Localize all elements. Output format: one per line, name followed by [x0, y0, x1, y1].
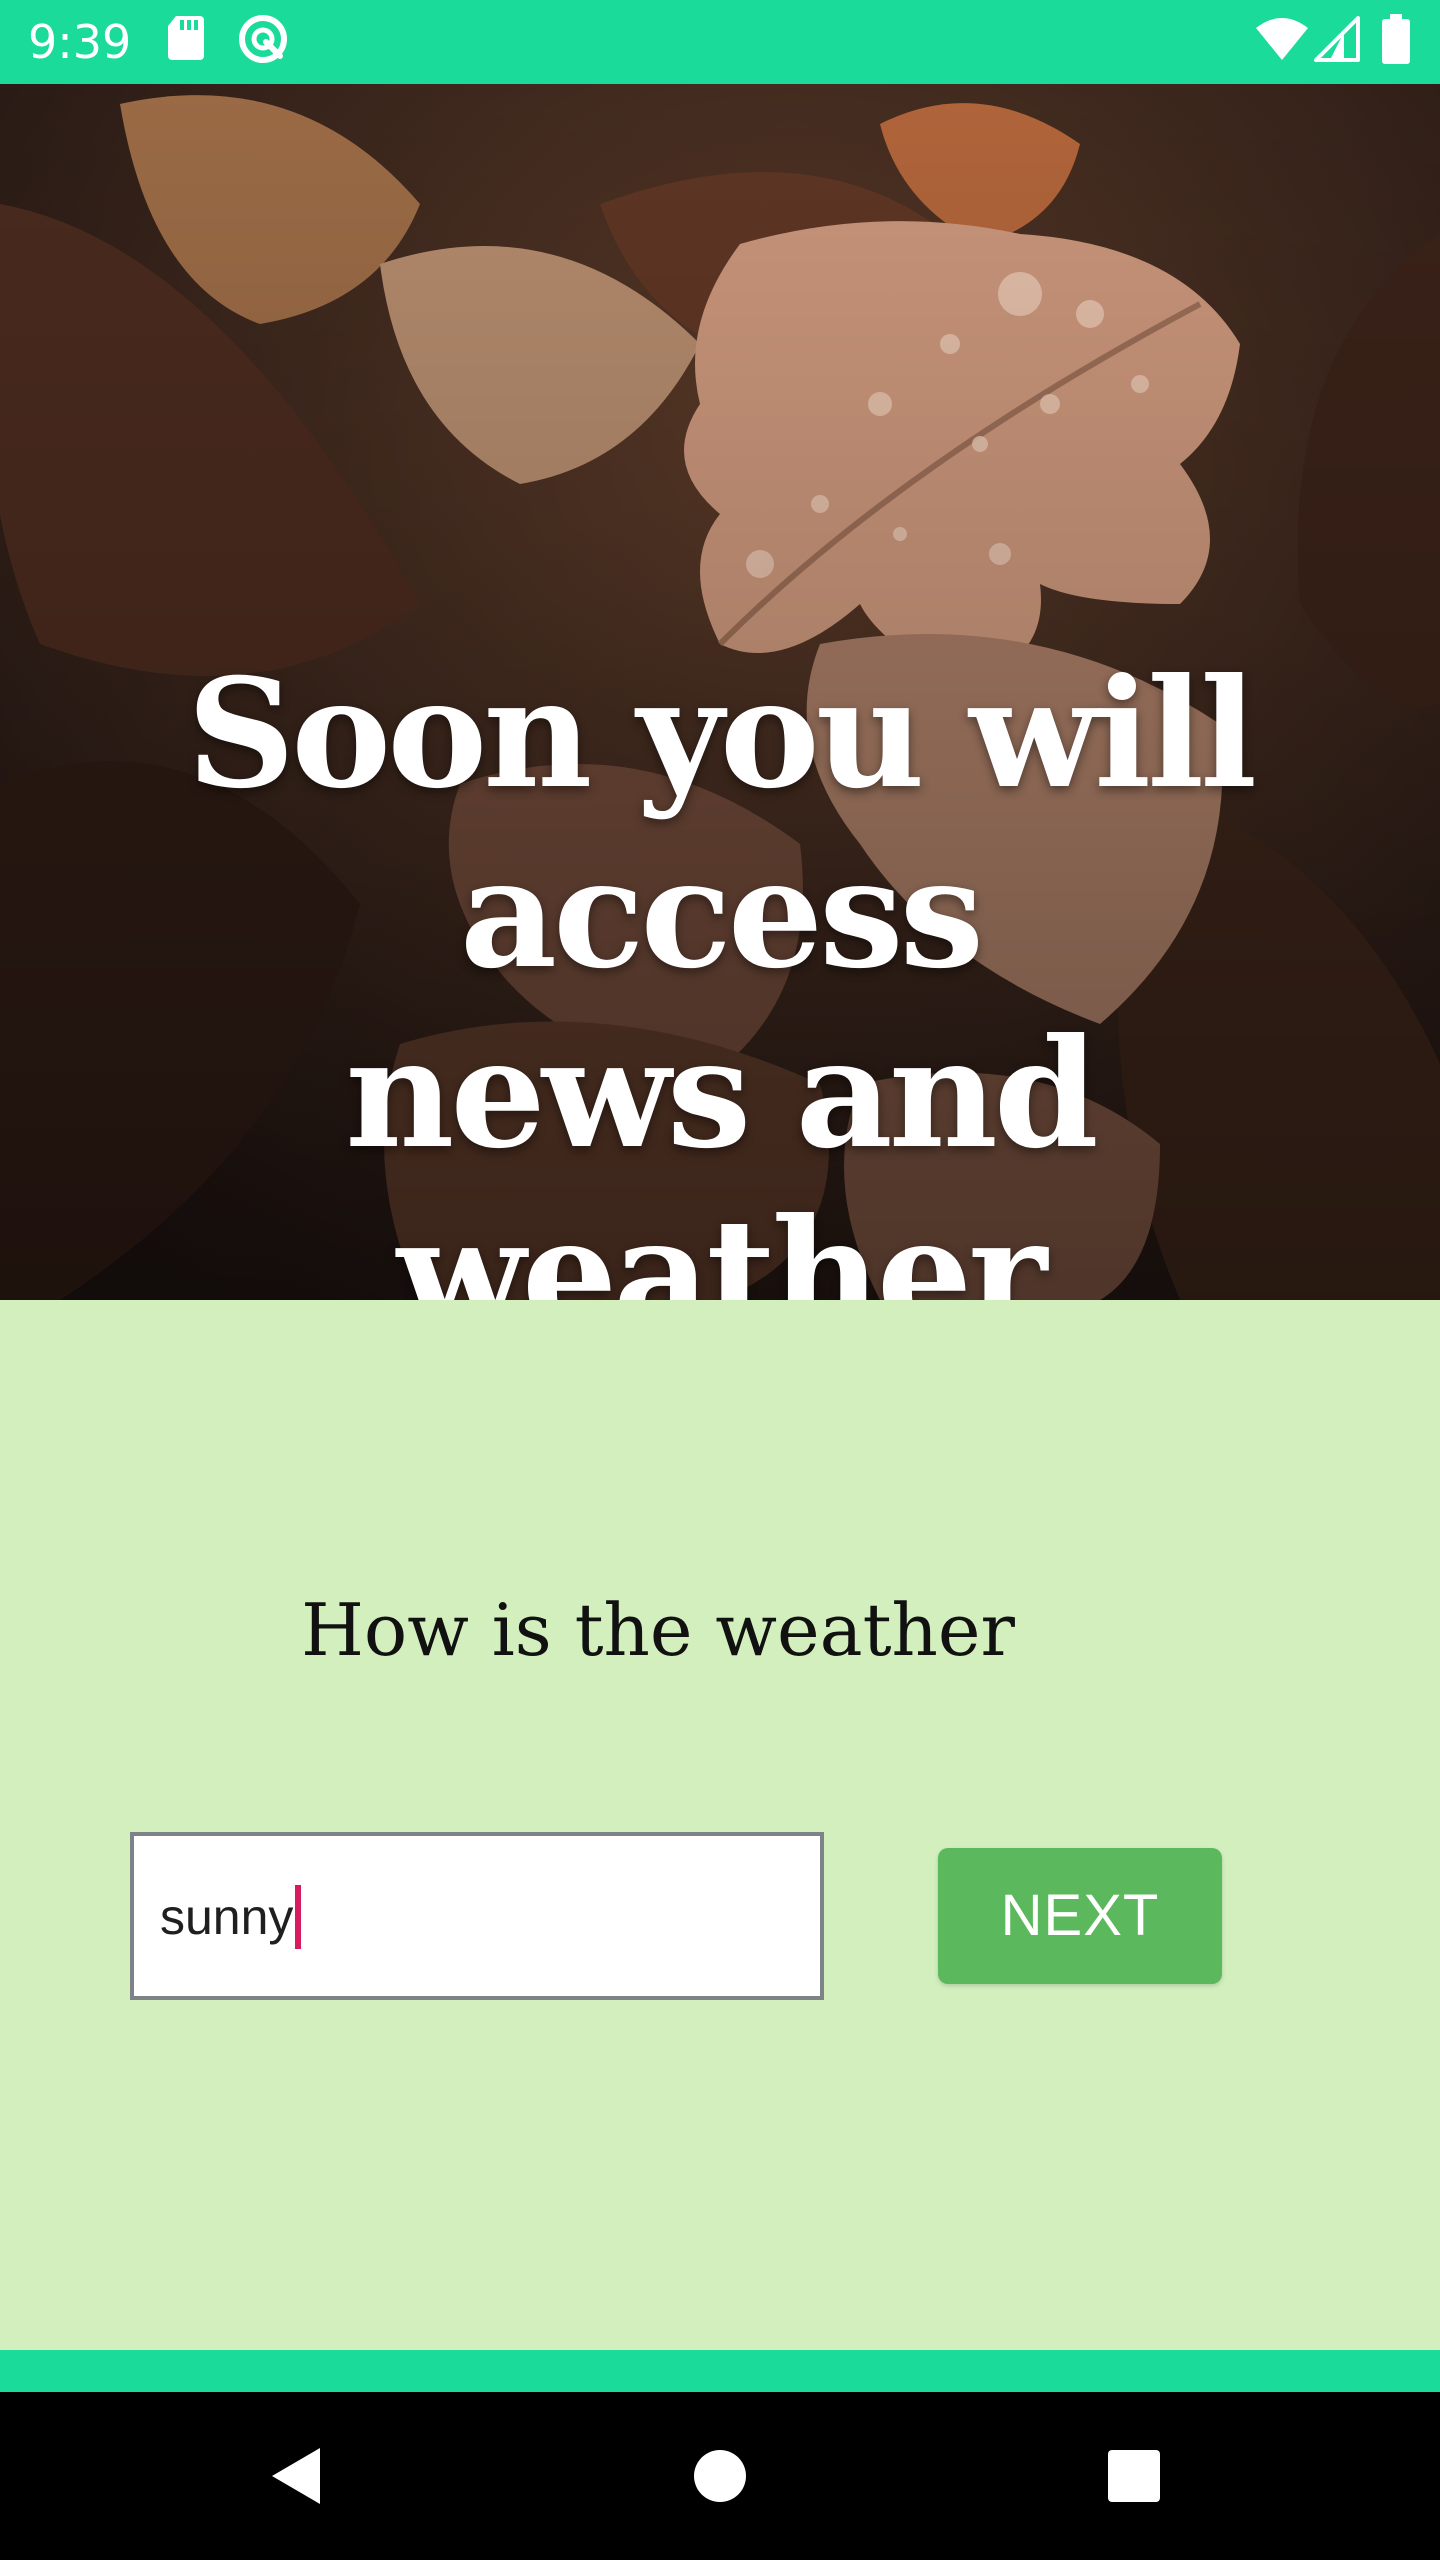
hero-banner: Soon you will access news and weather in…	[0, 84, 1440, 1300]
hero-headline-line: Soon you will access	[186, 646, 1257, 1002]
next-button[interactable]: NEXT	[938, 1848, 1222, 1984]
answer-input-value: sunny	[160, 1889, 294, 1945]
status-time: 9:39	[28, 15, 132, 69]
hero-headline: Soon you will access news and weather in…	[60, 644, 1380, 1300]
question-label: How is the weather	[301, 1588, 1015, 1672]
navigation-bar	[0, 2392, 1440, 2560]
sd-card-icon	[166, 14, 206, 66]
weather-answer-input[interactable]: sunny	[130, 1832, 824, 2000]
recents-icon[interactable]	[1094, 2436, 1174, 2516]
cellular-signal-icon	[1314, 16, 1360, 66]
hero-headline-line: news and weather	[345, 1006, 1098, 1300]
wifi-icon	[1254, 16, 1310, 66]
bottom-accent-strip	[0, 2350, 1440, 2392]
status-bar: 9:39	[0, 0, 1440, 84]
battery-icon	[1382, 14, 1410, 68]
back-icon[interactable]	[258, 2436, 338, 2516]
text-cursor	[295, 1884, 302, 1949]
sync-icon	[236, 12, 290, 70]
home-icon[interactable]	[680, 2436, 760, 2516]
